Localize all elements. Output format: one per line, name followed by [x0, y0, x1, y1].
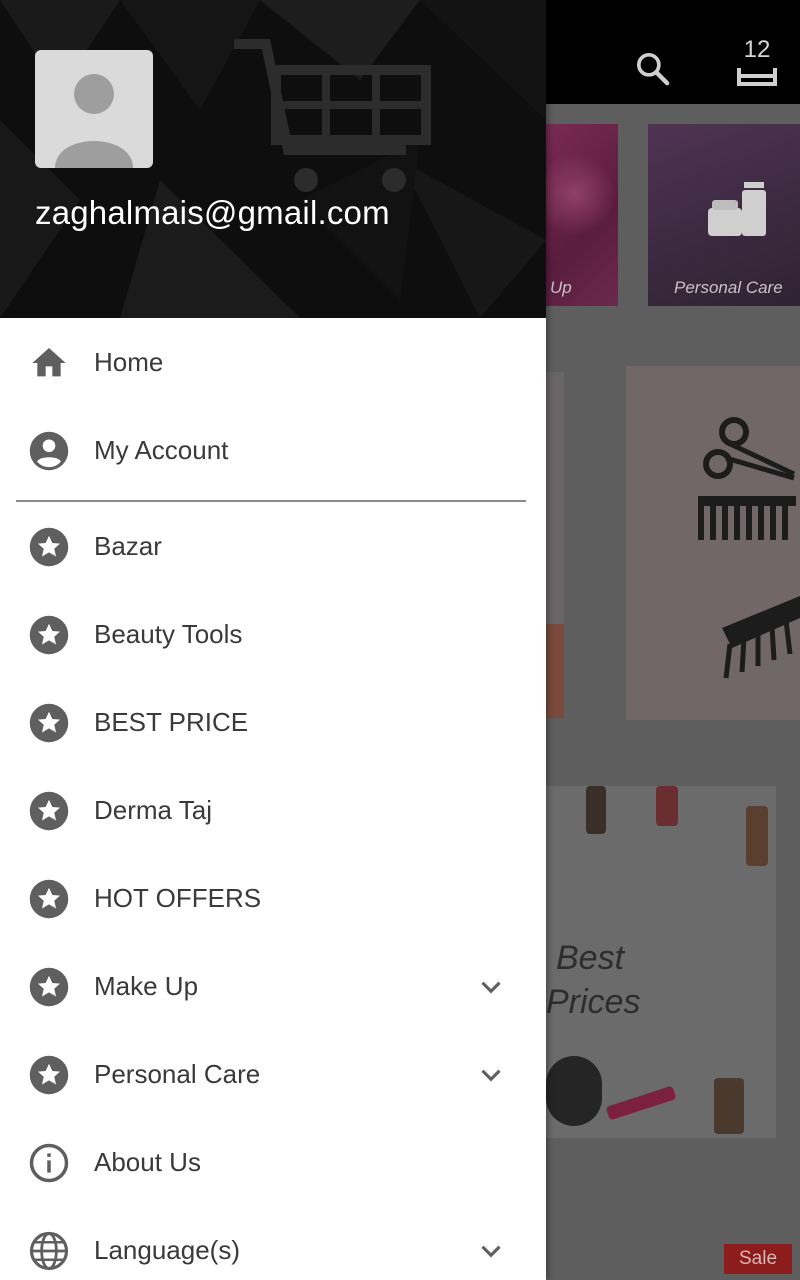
drawer-header: zaghalmais@gmail.com [0, 0, 546, 318]
category-tile-makeup[interactable]: Up [546, 124, 618, 306]
star-circle-icon [28, 790, 70, 832]
drawer-menu: Home My Account Bazar Beauty Tools BEST … [0, 318, 546, 1280]
brush-image [714, 1078, 744, 1134]
best-prices-banner[interactable]: Best Prices [546, 786, 776, 1138]
star-circle-icon [28, 1054, 70, 1096]
drawer-item-label: Make Up [94, 971, 199, 1001]
brush-image [586, 786, 606, 834]
drawer-item-hot-offers[interactable]: HOT OFFERS [0, 854, 546, 942]
drawer-item-make-up[interactable]: Make Up [0, 942, 546, 1030]
personal-care-icon [708, 182, 766, 236]
brush-image [546, 1056, 602, 1126]
drawer-item-label: Bazar [94, 531, 162, 561]
banner-text: Best Prices [546, 936, 640, 1024]
drawer-item-label: Language(s) [94, 1235, 240, 1265]
drawer-item-label: Personal Care [94, 1059, 261, 1089]
drawer-item-label: About Us [94, 1147, 201, 1177]
lipstick-image [605, 1085, 677, 1121]
drawer-item-derma-taj[interactable]: Derma Taj [0, 766, 546, 854]
search-icon [637, 52, 670, 86]
scissors-comb-image [698, 417, 800, 679]
navigation-drawer: zaghalmais@gmail.com Home My Account Baz… [0, 0, 546, 1280]
star-circle-icon [28, 966, 70, 1008]
drawer-item-about-us[interactable]: About Us [0, 1118, 546, 1206]
brush-image [746, 806, 768, 866]
globe-icon [28, 1230, 70, 1272]
drawer-item-label: Derma Taj [94, 795, 213, 825]
search-button[interactable] [626, 42, 680, 96]
info-icon [28, 1142, 70, 1184]
cart-count-badge: 12 [743, 36, 771, 63]
account-circle-icon [28, 430, 70, 472]
cart-tray-icon [737, 68, 777, 86]
lipstick-image [656, 786, 678, 826]
banner-line-2: Prices [546, 983, 641, 1021]
person-placeholder-icon [55, 74, 133, 168]
category-tile-personal-care[interactable]: Personal Care [648, 124, 800, 306]
cart-watermark-icon [234, 39, 431, 192]
user-email: zaghalmais@gmail.com [35, 194, 390, 231]
drawer-item-best-price[interactable]: BEST PRICE [0, 678, 546, 766]
drawer-item-label: HOT OFFERS [94, 883, 262, 913]
category-label: Up [550, 278, 572, 297]
promo-card-partial[interactable] [546, 372, 564, 718]
drawer-item-label: BEST PRICE [94, 707, 249, 737]
drawer-item-beauty-tools[interactable]: Beauty Tools [0, 590, 546, 678]
drawer-item-personal-care[interactable]: Personal Care [0, 1030, 546, 1118]
chevron-down-icon[interactable] [474, 1234, 508, 1268]
drawer-item-label: Home [94, 347, 164, 377]
star-circle-icon [28, 702, 70, 744]
promo-card-beauty-tools[interactable] [626, 366, 800, 720]
home-icon [28, 342, 70, 384]
avatar[interactable] [35, 50, 153, 168]
makeup-image [546, 154, 618, 234]
banner-line-1: Best [556, 939, 625, 977]
drawer-item-label: My Account [94, 435, 229, 465]
category-label: Personal Care [674, 278, 783, 297]
star-circle-icon [28, 614, 70, 656]
drawer-item-languages[interactable]: Language(s) [0, 1206, 546, 1280]
star-circle-icon [28, 878, 70, 920]
chevron-down-icon[interactable] [474, 970, 508, 1004]
sale-badge: Sale [724, 1244, 792, 1274]
drawer-item-my-account[interactable]: My Account [0, 406, 546, 494]
drawer-item-label: Beauty Tools [94, 619, 243, 649]
drawer-item-home[interactable]: Home [0, 318, 546, 406]
drawer-item-bazar[interactable]: Bazar [0, 502, 546, 590]
lipstick-image [546, 624, 564, 718]
cart-button[interactable]: 12 [726, 34, 788, 94]
chevron-down-icon[interactable] [474, 1058, 508, 1092]
star-circle-icon [28, 526, 70, 568]
